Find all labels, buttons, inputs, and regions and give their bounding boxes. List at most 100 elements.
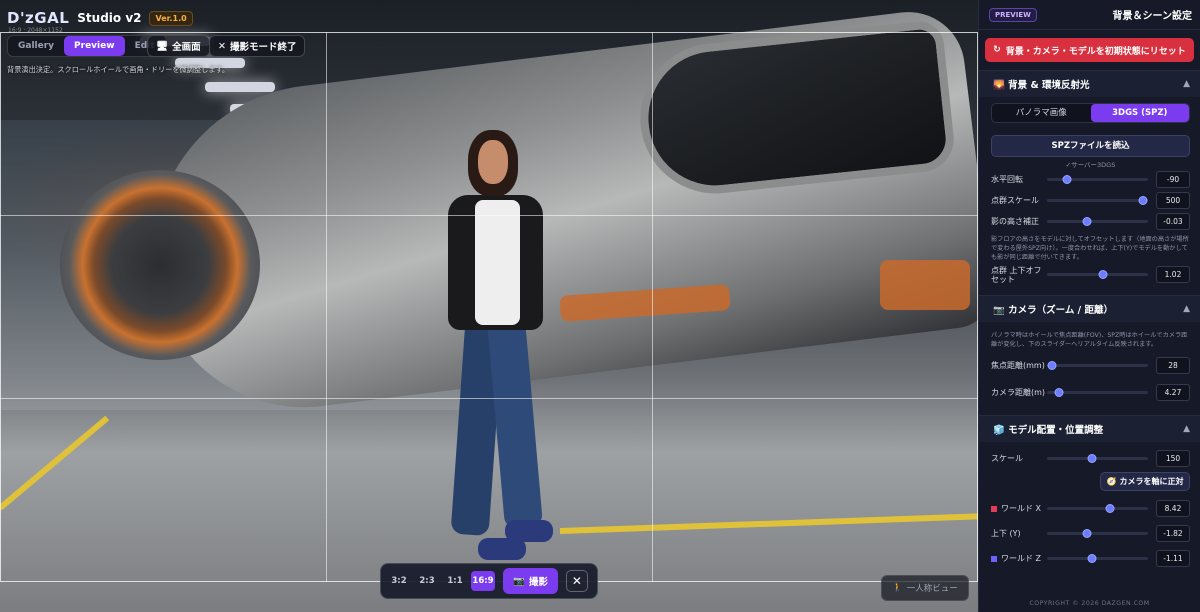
updown-slider[interactable] (1047, 529, 1148, 538)
z-axis-dot (991, 555, 997, 562)
scene-viewport[interactable]: D'zGAL Studio v2 Ver.1.0 16:9 · 2048×115… (0, 0, 978, 612)
shadow-note: 影フロアの高さをモデルに対してオフセットします（地面の高さが場所で変わる屋外SP… (991, 236, 1189, 261)
viewport-hint: 背景演出決定。スクロールホイールで画角・ドリーを微調整します。 (7, 65, 230, 74)
world-x-label: ワールド X (1001, 504, 1042, 513)
brand: D'zGAL Studio v2 Ver.1.0 (7, 9, 193, 27)
shadow-height-value[interactable]: -0.03 (1156, 213, 1190, 230)
point-offset-row: 点群 上下オフセット 1.02 (991, 264, 1190, 285)
slider-thumb[interactable] (1047, 360, 1057, 370)
model-section-header[interactable]: 🧊 モデル配置・位置調整 ▲ (979, 416, 1200, 442)
updown-value[interactable]: -1.82 (1156, 525, 1190, 542)
point-scale-slider[interactable] (1047, 196, 1148, 205)
updown-row: 上下 (Y) -1.82 (991, 521, 1190, 546)
world-z-slider[interactable] (1047, 554, 1148, 563)
slider-thumb[interactable] (1082, 529, 1092, 538)
focal-slider[interactable] (1047, 360, 1148, 370)
point-offset-slider[interactable] (1047, 270, 1148, 279)
world-z-row: ワールド Z -1.11 (991, 546, 1190, 571)
person-icon: 🚶 (892, 583, 903, 593)
close-toolbar-button[interactable]: ✕ (565, 570, 588, 592)
slider-thumb[interactable] (1138, 196, 1148, 205)
point-scale-row: 点群スケール 500 (991, 190, 1190, 211)
world-z-label-wrap: ワールド Z (991, 554, 1047, 563)
grid-line (652, 32, 653, 582)
slider-thumb[interactable] (1105, 504, 1115, 513)
distance-slider[interactable] (1047, 387, 1148, 397)
world-x-slider[interactable] (1047, 504, 1148, 513)
capture-frame (0, 32, 978, 582)
tab-gallery[interactable]: Gallery (8, 36, 64, 56)
slider-thumb[interactable] (1087, 554, 1097, 563)
shoot-label: 撮影 (528, 577, 548, 588)
camera-section-title: カメラ（ズーム / 距離） (1008, 305, 1113, 316)
fullscreen-label: 全画面 (172, 42, 201, 53)
ratio-1-1[interactable]: 1:1 (443, 571, 467, 591)
brand-studio: Studio v2 (77, 11, 142, 25)
rotation-value[interactable]: -90 (1156, 171, 1190, 188)
ratio-2-3[interactable]: 2:3 (415, 571, 439, 591)
distance-label: カメラ距離(m) (991, 387, 1046, 397)
load-spz-button[interactable]: SPZファイルを読込 (991, 135, 1190, 157)
cube-icon: 🧊 (993, 425, 1005, 436)
grid-line (326, 32, 327, 582)
rotation-slider[interactable] (1047, 175, 1148, 184)
fullscreen-button[interactable]: 🖥 全画面 (147, 35, 210, 57)
scale-slider[interactable] (1047, 454, 1148, 463)
point-scale-value[interactable]: 500 (1156, 192, 1190, 209)
updown-label: 上下 (Y) (991, 529, 1021, 538)
chevron-up-icon: ▲ (1183, 79, 1190, 89)
focal-row: 焦点距離(mm) 28 (991, 351, 1190, 379)
rotation-label: 水平回転 (991, 175, 1023, 184)
grid-line (0, 215, 978, 216)
world-z-value[interactable]: -1.11 (1156, 550, 1190, 567)
shoot-button[interactable]: 📷 撮影 (503, 568, 558, 594)
distance-value[interactable]: 4.27 (1156, 383, 1190, 401)
slider-thumb[interactable] (1082, 217, 1092, 226)
exit-shoot-button[interactable]: ✕ 撮影モード終了 (209, 35, 306, 57)
refresh-icon: ↻ (993, 45, 1001, 55)
version-badge: Ver.1.0 (149, 10, 193, 26)
shadow-height-label: 影の高さ補正 (991, 217, 1039, 226)
sidebar-header: PREVIEW 背景＆シーン設定 (979, 0, 1200, 30)
scale-value[interactable]: 150 (1156, 450, 1190, 467)
mode-switcher: Gallery Preview Edit (7, 35, 166, 57)
world-x-row: ワールド X 8.42 (991, 496, 1190, 521)
slider-thumb[interactable] (1054, 387, 1064, 397)
slider-thumb[interactable] (1087, 454, 1097, 463)
ratio-3-2[interactable]: 3:2 (387, 571, 411, 591)
scale-label: スケール (991, 454, 1023, 463)
monitor-icon: 🖥 (156, 40, 169, 52)
point-scale-label: 点群スケール (991, 196, 1039, 205)
reset-button[interactable]: ↻ 背景・カメラ・モデルを初期状態にリセット (985, 38, 1194, 62)
shadow-height-row: 影の高さ補正 -0.03 (991, 211, 1190, 232)
background-section-title: 背景 & 環境反射光 (1008, 80, 1090, 91)
face-camera-button[interactable]: 🧭 カメラを軸に正対 (1100, 472, 1190, 491)
landscape-icon: 🌄 (993, 80, 1005, 91)
chevron-up-icon: ▲ (1183, 304, 1190, 314)
slider-thumb[interactable] (1062, 175, 1072, 184)
background-section: 🌄 背景 & 環境反射光 ▲ パノラマ画像 3DGS (SPZ) SPZファイル… (979, 70, 1200, 289)
model-section: 🧊 モデル配置・位置調整 ▲ スケール 150 🧭 カメラを軸に正対 ワールド … (979, 415, 1200, 575)
shadow-height-slider[interactable] (1047, 217, 1148, 226)
background-source-toggle: パノラマ画像 3DGS (SPZ) (991, 103, 1190, 123)
x-axis-dot (991, 505, 997, 512)
copyright: COPYRIGHT © 2026 DAZGEN.COM (1029, 600, 1150, 607)
camera-section-header[interactable]: 📷 カメラ（ズーム / 距離） ▲ (979, 296, 1200, 322)
reset-label: 背景・カメラ・モデルを初期状態にリセット (1005, 46, 1186, 57)
slider-thumb[interactable] (1098, 270, 1108, 279)
distance-row: カメラ距離(m) 4.27 (991, 379, 1190, 405)
point-offset-value[interactable]: 1.02 (1156, 266, 1190, 283)
tab-preview[interactable]: Preview (64, 36, 125, 56)
camera-note: パノラマ時はホイールで焦点距離(FOV)、SPZ時はホイールでカメラ距離が変化し… (991, 332, 1188, 348)
first-person-button[interactable]: 🚶 一人称ビュー (881, 575, 969, 601)
focal-value[interactable]: 28 (1156, 356, 1190, 374)
rotation-row: 水平回転 -90 (991, 169, 1190, 190)
camera-section: 📷 カメラ（ズーム / 距離） ▲ パノラマ時はホイールで焦点距離(FOV)、S… (979, 295, 1200, 409)
source-panorama[interactable]: パノラマ画像 (992, 104, 1091, 122)
ratio-16-9[interactable]: 16:9 (471, 571, 495, 591)
brand-logo: D'zGAL (7, 9, 70, 27)
source-3dgs[interactable]: 3DGS (SPZ) (1090, 104, 1189, 122)
world-x-value[interactable]: 8.42 (1156, 500, 1190, 517)
background-section-header[interactable]: 🌄 背景 & 環境反射光 ▲ (979, 71, 1200, 97)
face-camera-label: カメラを軸に正対 (1119, 477, 1184, 486)
